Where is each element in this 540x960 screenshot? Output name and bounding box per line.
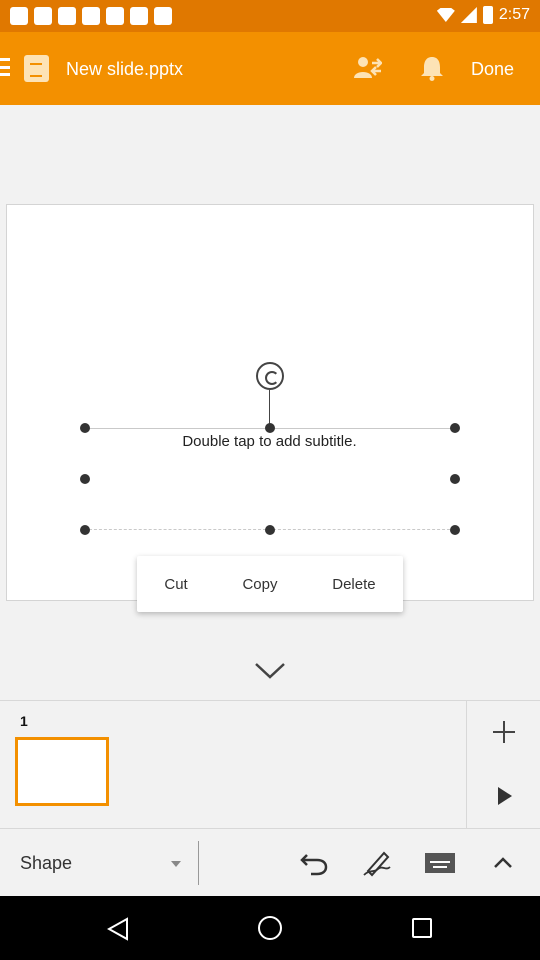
keyboard-icon[interactable] — [425, 849, 455, 877]
recent-apps-icon[interactable] — [412, 918, 432, 938]
undo-icon[interactable] — [299, 849, 329, 877]
slide-thumbnail[interactable] — [15, 737, 109, 806]
notification-icon — [58, 7, 76, 25]
done-button[interactable]: Done — [471, 59, 514, 80]
play-icon[interactable] — [498, 787, 512, 805]
resize-handle-top-right[interactable] — [450, 423, 460, 433]
subtitle-placeholder: Double tap to add subtitle. — [182, 433, 357, 450]
cut-menu-item[interactable]: Cut — [154, 568, 197, 601]
bell-icon[interactable] — [420, 55, 444, 81]
wifi-icon — [436, 8, 455, 22]
resize-handle-bottom-center[interactable] — [265, 525, 275, 535]
app-bar: New slide.pptx Done — [0, 32, 540, 105]
resize-handle-bottom-right[interactable] — [450, 525, 460, 535]
notification-icon — [106, 7, 124, 25]
bottom-toolbar: Shape — [0, 828, 540, 896]
copy-menu-item[interactable]: Copy — [232, 568, 287, 601]
share-user-icon[interactable] — [354, 56, 382, 80]
chevron-up-icon[interactable] — [488, 849, 518, 877]
notification-icon — [34, 7, 52, 25]
dropdown-caret-icon[interactable] — [171, 861, 181, 867]
resize-handle-top-center[interactable] — [265, 423, 275, 433]
chevron-down-icon[interactable] — [254, 660, 286, 680]
resize-handle-bottom-left[interactable] — [80, 525, 90, 535]
system-nav-bar — [0, 896, 540, 960]
resize-handle-middle-left[interactable] — [80, 474, 90, 484]
signal-icon — [460, 7, 477, 23]
slides-panel: 1 — [0, 700, 540, 829]
back-icon[interactable] — [107, 917, 129, 941]
notification-icons — [10, 7, 172, 25]
toolbar-divider — [198, 841, 199, 885]
slide-canvas[interactable] — [6, 204, 534, 601]
notification-icon — [82, 7, 100, 25]
status-bar: 2:57 — [0, 0, 540, 32]
menu-icon[interactable] — [0, 58, 12, 76]
slide-number: 1 — [20, 713, 28, 729]
battery-icon — [482, 6, 493, 24]
notification-icon — [10, 7, 28, 25]
notification-icon — [154, 7, 172, 25]
document-icon — [24, 55, 49, 82]
delete-menu-item[interactable]: Delete — [322, 568, 385, 601]
shape-dropdown[interactable]: Shape — [20, 853, 72, 874]
status-time: 2:57 — [498, 6, 530, 23]
slides-panel-actions — [466, 701, 540, 829]
resize-handle-top-left[interactable] — [80, 423, 90, 433]
pen-icon[interactable] — [362, 849, 392, 877]
notification-icon — [130, 7, 148, 25]
context-menu: Cut Copy Delete — [137, 556, 403, 612]
home-icon[interactable] — [258, 916, 282, 940]
add-slide-icon[interactable] — [493, 721, 515, 743]
resize-handle-middle-right[interactable] — [450, 474, 460, 484]
subtitle-textbox[interactable]: Double tap to add subtitle. — [84, 428, 455, 530]
file-name-title: New slide.pptx — [66, 59, 184, 79]
rotate-handle-icon[interactable] — [256, 362, 284, 390]
